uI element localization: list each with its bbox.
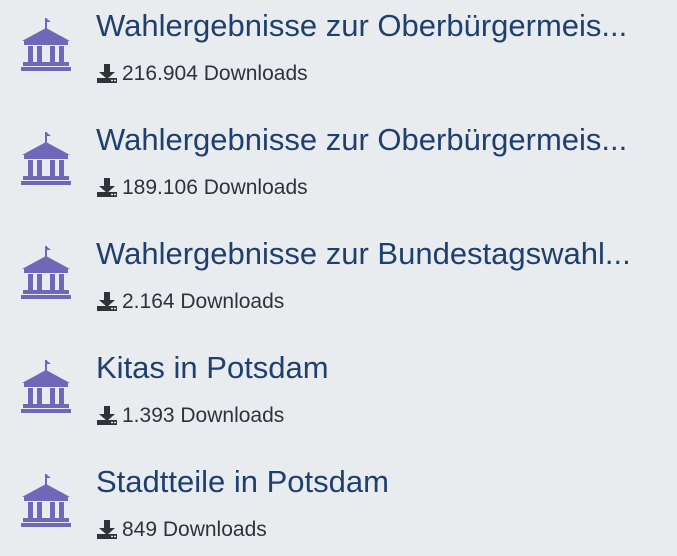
- download-count: 1.393 Downloads: [96, 404, 284, 428]
- government-building-icon: [18, 244, 74, 300]
- dataset-title-link[interactable]: Wahlergebnisse zur Oberbürgermeis...: [96, 7, 671, 45]
- dataset-item: Wahlergebnisse zur Bundestagswahl... 2.1…: [0, 228, 677, 328]
- dataset-item: Stadtteile in Potsdam 849 Downloads: [0, 456, 677, 556]
- download-count: 216.904 Downloads: [96, 62, 308, 86]
- download-icon: [96, 178, 118, 198]
- download-icon: [96, 292, 118, 312]
- download-count-text: 1.393 Downloads: [122, 404, 285, 427]
- government-building-icon: [18, 472, 74, 528]
- download-count-text: 216.904 Downloads: [122, 62, 308, 85]
- dataset-item: Wahlergebnisse zur Oberbürgermeis... 216…: [0, 0, 677, 100]
- dataset-title-link[interactable]: Wahlergebnisse zur Oberbürgermeis...: [96, 121, 671, 159]
- download-count: 2.164 Downloads: [96, 290, 284, 314]
- dataset-title-link[interactable]: Kitas in Potsdam: [96, 349, 671, 387]
- dataset-item: Wahlergebnisse zur Oberbürgermeis... 189…: [0, 114, 677, 214]
- dataset-title-link[interactable]: Stadtteile in Potsdam: [96, 463, 671, 501]
- download-count: 189.106 Downloads: [96, 176, 308, 200]
- government-building-icon: [18, 358, 74, 414]
- download-icon: [96, 64, 118, 84]
- government-building-icon: [18, 16, 74, 72]
- download-count-text: 189.106 Downloads: [122, 176, 308, 199]
- download-count: 849 Downloads: [96, 518, 267, 542]
- download-count-text: 849 Downloads: [122, 518, 267, 541]
- government-building-icon: [18, 130, 74, 186]
- dataset-list: Wahlergebnisse zur Oberbürgermeis... 216…: [0, 0, 677, 546]
- download-icon: [96, 520, 118, 540]
- download-count-text: 2.164 Downloads: [122, 290, 285, 313]
- dataset-title-link[interactable]: Wahlergebnisse zur Bundestagswahl...: [96, 235, 671, 273]
- dataset-item: Kitas in Potsdam 1.393 Downloads: [0, 342, 677, 442]
- download-icon: [96, 406, 118, 426]
